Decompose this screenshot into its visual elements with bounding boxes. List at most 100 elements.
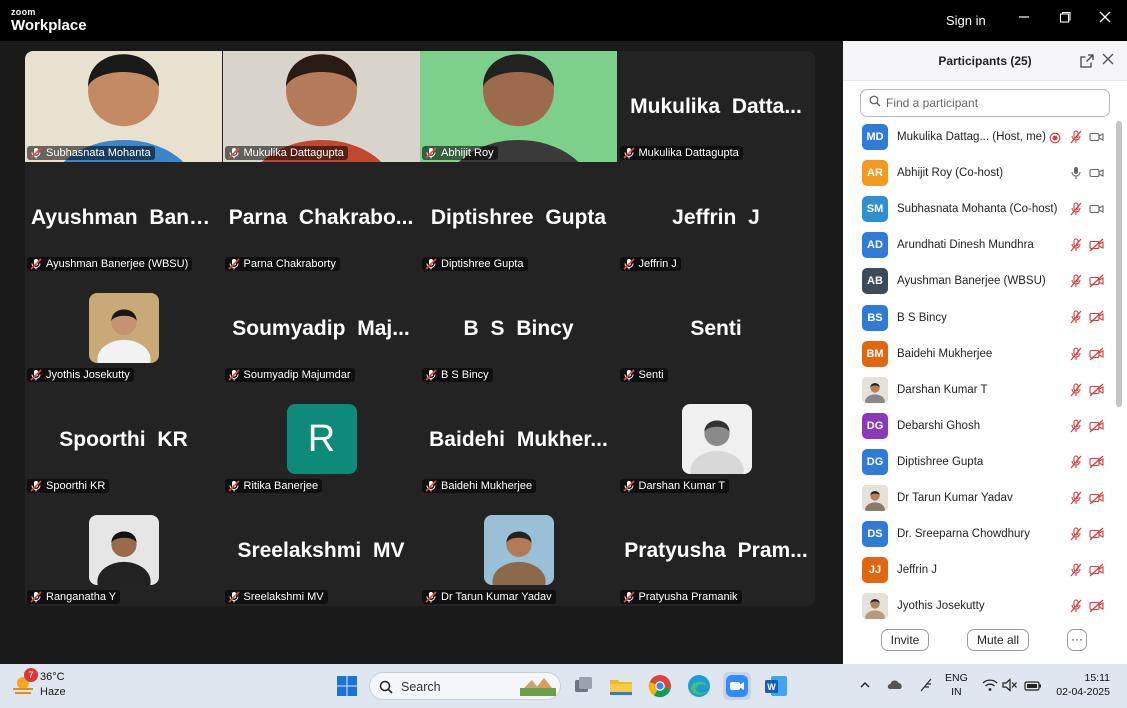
participant-row[interactable]: Jyothis Josekutty <box>843 588 1115 619</box>
camera-off-icon[interactable] <box>1089 383 1104 397</box>
video-tile[interactable]: Baidehi Mukher... Baidehi Mukherjee <box>420 384 617 495</box>
video-tile[interactable]: Darshan Kumar T <box>617 384 815 495</box>
close-icon[interactable] <box>1093 10 1117 30</box>
mic-muted-icon[interactable] <box>1069 310 1083 324</box>
camera-off-icon[interactable] <box>1089 238 1104 252</box>
video-tile[interactable]: Diptishree Gupta Diptishree Gupta <box>420 162 617 273</box>
file-explorer-icon[interactable] <box>607 672 635 700</box>
participant-row[interactable]: Darshan Kumar T <box>843 372 1115 408</box>
video-tile[interactable]: Soumyadip Maj... Soumyadip Majumdar <box>222 273 420 384</box>
video-tile[interactable]: R Ritika Banerjee <box>222 384 420 495</box>
participant-list: MD Mukulika Dattag... (Host, me) AR Abhijit… <box>843 119 1115 619</box>
video-tile[interactable]: Dr Tarun Kumar Yadav <box>420 495 617 606</box>
camera-off-icon[interactable] <box>1089 310 1104 324</box>
participant-row[interactable]: DS Dr. Sreeparna Chowdhury <box>843 516 1115 552</box>
mic-muted-icon[interactable] <box>1069 563 1083 577</box>
mic-muted-icon[interactable] <box>1069 383 1083 397</box>
video-tile[interactable]: Parna Chakrabo... Parna Chakraborty <box>222 162 420 273</box>
mic-muted-icon[interactable] <box>1069 527 1083 541</box>
chevron-up-icon[interactable] <box>858 678 872 697</box>
maximize-icon[interactable] <box>1053 10 1077 30</box>
mic-muted-icon[interactable] <box>1069 491 1083 505</box>
task-view-icon[interactable] <box>569 672 597 700</box>
more-options-button[interactable]: ··· <box>1067 629 1087 651</box>
participant-name: Arundhati Dinesh Mundhra <box>897 239 1034 252</box>
mic-muted-icon <box>424 480 438 492</box>
video-tile[interactable]: Senti Senti <box>617 273 815 384</box>
mic-muted-icon[interactable] <box>1069 347 1083 361</box>
sign-in-link[interactable]: Sign in <box>946 13 986 28</box>
mic-muted-icon[interactable] <box>1069 238 1083 252</box>
zoom-logo: zoom Workplace <box>11 8 87 34</box>
participant-row[interactable]: DG Debarshi Ghosh <box>843 408 1115 444</box>
participant-row[interactable]: BS B S Bincy <box>843 299 1115 335</box>
video-tile[interactable]: Ayushman Bane... Ayushman Banerjee (WBSU) <box>25 162 222 273</box>
video-tile[interactable]: B S Bincy B S Bincy <box>420 273 617 384</box>
volume-muted-icon[interactable] <box>1002 678 1018 697</box>
lang-top: ENG <box>945 672 968 684</box>
video-tile[interactable]: Jyothis Josekutty <box>25 273 222 384</box>
mic-muted-icon[interactable] <box>1069 455 1083 469</box>
camera-off-icon[interactable] <box>1089 527 1104 541</box>
camera-icon[interactable] <box>1089 130 1104 144</box>
mic-muted-icon[interactable] <box>1069 202 1083 216</box>
camera-off-icon[interactable] <box>1089 491 1104 505</box>
participant-row[interactable]: BM Baidehi Mukherjee <box>843 336 1115 372</box>
zoom-app-icon[interactable] <box>723 672 751 700</box>
video-tile[interactable]: Ranganatha Y <box>25 495 222 606</box>
participant-photo <box>862 376 888 403</box>
video-tile[interactable]: Pratyusha Pram... Pratyusha Pramanik <box>617 495 815 606</box>
mic-icon[interactable] <box>1069 166 1083 180</box>
mic-muted-icon[interactable] <box>1069 419 1083 433</box>
participant-row[interactable]: AD Arundhati Dinesh Mundhra <box>843 227 1115 263</box>
start-icon[interactable] <box>333 672 361 700</box>
participant-row[interactable]: DG Diptishree Gupta <box>843 444 1115 480</box>
mic-muted-icon[interactable] <box>1069 130 1083 144</box>
mic-muted-icon[interactable] <box>1069 599 1083 613</box>
edge-icon[interactable] <box>685 672 713 700</box>
onedrive-icon[interactable] <box>886 677 904 696</box>
participant-row[interactable]: MD Mukulika Dattag... (Host, me) <box>843 119 1115 155</box>
camera-off-icon[interactable] <box>1089 599 1104 613</box>
search-input[interactable] <box>886 96 1096 110</box>
clock[interactable]: 15:11 02-04-2025 <box>1052 671 1110 699</box>
video-tile[interactable]: Sreelakshmi MV Sreelakshmi MV <box>222 495 420 606</box>
close-panel-icon[interactable] <box>1101 52 1117 68</box>
battery-icon[interactable] <box>1024 679 1042 697</box>
mic-muted-icon <box>29 369 43 381</box>
tile-display-name: Diptishree Gupta <box>430 206 607 229</box>
feather-icon[interactable] <box>918 675 934 698</box>
wifi-icon[interactable] <box>982 678 998 697</box>
camera-icon[interactable] <box>1089 202 1104 216</box>
mute-all-button[interactable]: Mute all <box>967 629 1029 651</box>
video-tile[interactable]: Abhijit Roy <box>420 51 617 251</box>
invite-button[interactable]: Invite <box>881 629 929 651</box>
video-tile[interactable]: Mukulika Datta... Mukulika Dattagupta <box>617 51 815 162</box>
participant-scrollbar[interactable] <box>1116 121 1122 407</box>
camera-off-icon[interactable] <box>1089 563 1104 577</box>
taskbar-search[interactable]: Search <box>369 672 561 700</box>
camera-off-icon[interactable] <box>1089 419 1104 433</box>
camera-off-icon[interactable] <box>1089 455 1104 469</box>
mic-muted-icon[interactable] <box>1069 274 1083 288</box>
chrome-icon[interactable] <box>646 672 674 700</box>
participant-row[interactable]: AR Abhijit Roy (Co-host) <box>843 155 1115 191</box>
tile-name-tag: Sreelakshmi MV <box>224 590 328 604</box>
video-tile[interactable]: Spoorthi KR Spoorthi KR <box>25 384 222 495</box>
word-icon[interactable]: W <box>762 672 790 700</box>
camera-off-icon[interactable] <box>1089 347 1104 361</box>
input-language[interactable]: ENG IN <box>945 671 968 699</box>
participant-search[interactable] <box>860 89 1110 117</box>
tile-name-label: Pratyusha Pramanik <box>638 591 738 603</box>
video-tile[interactable]: Jeffrin J Jeffrin J <box>617 162 815 273</box>
camera-off-icon[interactable] <box>1089 274 1104 288</box>
participant-row[interactable]: AB Ayushman Banerjee (WBSU) <box>843 263 1115 299</box>
participant-row[interactable]: Dr Tarun Kumar Yadav <box>843 480 1115 516</box>
camera-icon[interactable] <box>1089 166 1104 180</box>
video-tile[interactable]: Subhasnata Mohanta <box>25 51 222 251</box>
participant-row[interactable]: SM Subhasnata Mohanta (Co-host) <box>843 191 1115 227</box>
video-tile[interactable]: Mukulika Dattagupta <box>222 51 420 251</box>
minimize-icon[interactable] <box>1012 10 1036 30</box>
participant-row[interactable]: JJ Jeffrin J <box>843 552 1115 588</box>
pop-out-icon[interactable] <box>1079 53 1095 69</box>
